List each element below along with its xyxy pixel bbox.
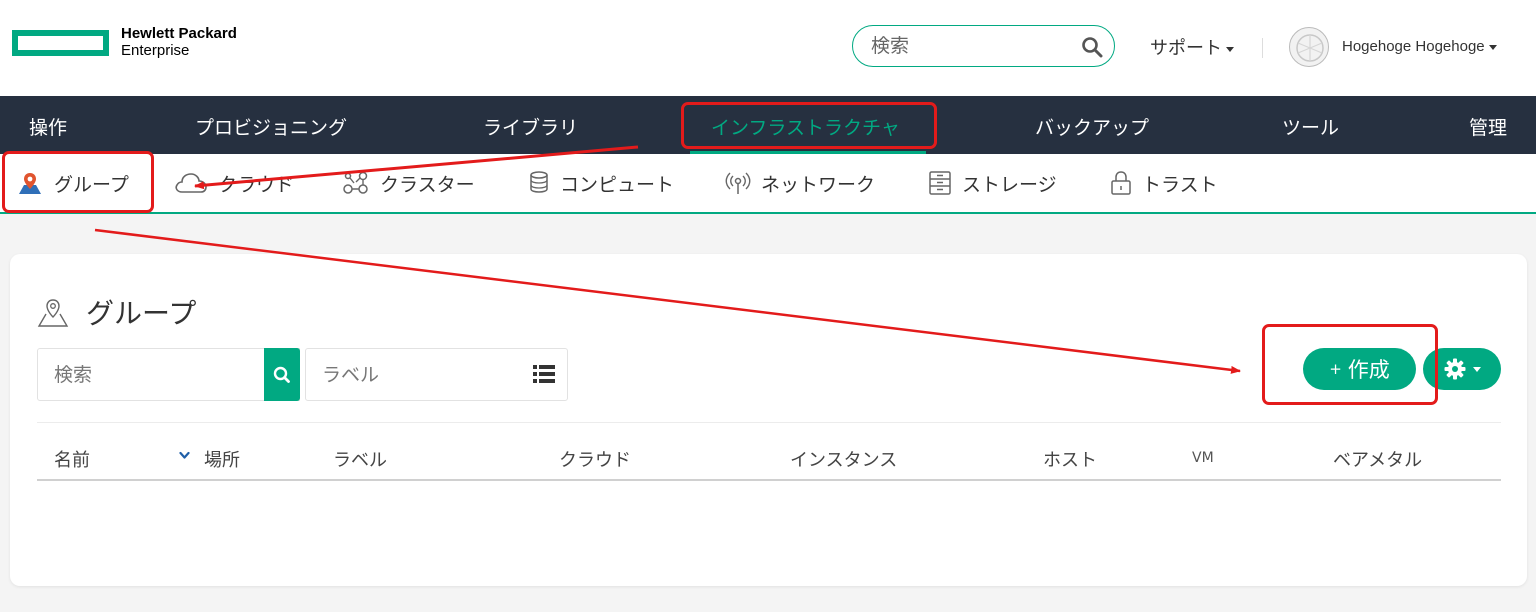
user-menu[interactable]: Hogehoge Hogehoge — [1342, 38, 1497, 55]
nav-item-tools[interactable]: ツール — [1282, 113, 1339, 140]
chevron-down-icon — [1472, 366, 1481, 372]
search-icon — [273, 366, 290, 383]
sub-nav-item-storage[interactable]: ストレージ — [928, 168, 1057, 198]
lock-icon — [1111, 171, 1131, 195]
hpe-logo-text[interactable]: Hewlett Packard Enterprise — [121, 25, 237, 59]
column-header-name[interactable]: 名前 — [54, 446, 90, 472]
cloud-icon — [175, 173, 207, 193]
brand-line2: Enterprise — [121, 42, 190, 59]
nav-item-backup[interactable]: バックアップ — [1035, 113, 1149, 140]
nav-item-provisioning[interactable]: プロビジョニング — [195, 113, 347, 140]
column-header-bare-metal[interactable]: ベアメタル — [1333, 446, 1422, 472]
create-button[interactable]: + 作成 — [1303, 348, 1416, 390]
table-divider — [37, 422, 1501, 423]
support-menu[interactable]: サポート — [1150, 34, 1234, 60]
sub-nav: グループ クラウド クラスター コンピュート ネットワーク ストレージ トラスト — [0, 154, 1536, 214]
brand-line1: Hewlett Packard — [121, 25, 237, 42]
chevron-down-icon — [1226, 46, 1234, 52]
nav-item-library[interactable]: ライブラリ — [483, 113, 578, 140]
search-icon[interactable] — [1081, 36, 1103, 58]
user-avatar-icon — [1296, 34, 1324, 62]
create-button-label: 作成 — [1347, 358, 1390, 382]
map-pin-icon — [19, 173, 41, 194]
plus-icon: + — [1329, 360, 1342, 378]
column-header-cloud[interactable]: クラウド — [559, 446, 631, 472]
column-header-instances[interactable]: インスタンス — [790, 446, 897, 472]
hpe-logo-mark[interactable] — [12, 30, 109, 56]
gear-icon — [1444, 358, 1465, 380]
table-header-divider — [37, 479, 1501, 481]
sub-nav-item-network[interactable]: ネットワーク — [725, 168, 875, 198]
sub-nav-item-compute[interactable]: コンピュート — [528, 168, 674, 198]
antenna-icon — [725, 172, 751, 194]
groups-panel — [10, 254, 1527, 586]
column-header-location[interactable]: 場所 — [204, 446, 240, 472]
sub-nav-label: クラウド — [218, 173, 295, 196]
nav-item-operations[interactable]: 操作 — [29, 113, 67, 140]
cluster-icon — [343, 171, 368, 194]
nav-item-infrastructure[interactable]: インフラストラクチャ — [711, 113, 900, 140]
support-label: サポート — [1150, 38, 1222, 59]
filter-search-button[interactable] — [264, 348, 300, 401]
database-icon — [530, 171, 548, 193]
header-divider — [1262, 38, 1263, 58]
sub-nav-label: クラスター — [380, 173, 475, 196]
list-icon[interactable] — [533, 364, 555, 384]
column-header-label[interactable]: ラベル — [333, 446, 387, 472]
filter-search-input[interactable] — [54, 363, 254, 387]
sort-chevron-down-icon[interactable] — [179, 451, 190, 460]
sub-nav-item-clusters[interactable]: クラスター — [342, 168, 475, 198]
page-title: グループ — [36, 292, 196, 332]
map-pin-outline-icon — [37, 299, 69, 327]
page-title-text: グループ — [86, 297, 197, 330]
settings-menu-button[interactable] — [1423, 348, 1501, 390]
global-search-input[interactable] — [871, 34, 1071, 58]
sub-nav-item-clouds[interactable]: クラウド — [174, 168, 294, 198]
chevron-down-icon — [1488, 44, 1497, 50]
top-header: Hewlett Packard Enterprise サポート Hogehoge… — [0, 0, 1536, 96]
label-filter-box[interactable] — [305, 348, 568, 401]
sub-nav-label: ネットワーク — [761, 173, 876, 196]
sub-nav-label: グループ — [54, 173, 129, 196]
label-filter-input[interactable] — [322, 363, 512, 387]
storage-icon — [929, 171, 951, 195]
sub-nav-item-groups[interactable]: グループ — [16, 168, 129, 198]
main-nav: 操作 プロビジョニング ライブラリ インフラストラクチャ バックアップ ツール … — [0, 96, 1536, 154]
column-header-hosts[interactable]: ホスト — [1043, 446, 1097, 472]
nav-item-admin[interactable]: 管理 — [1469, 113, 1507, 140]
sub-nav-item-trust[interactable]: トラスト — [1110, 168, 1218, 198]
column-header-vm[interactable]: VM — [1192, 450, 1214, 466]
sub-nav-label: トラスト — [1142, 173, 1218, 196]
sub-nav-label: ストレージ — [962, 173, 1057, 196]
user-name: Hogehoge Hogehoge — [1342, 38, 1485, 55]
avatar[interactable] — [1289, 27, 1329, 67]
global-search[interactable] — [852, 25, 1115, 67]
filter-search-box[interactable] — [37, 348, 300, 401]
sub-nav-label: コンピュート — [560, 173, 675, 196]
